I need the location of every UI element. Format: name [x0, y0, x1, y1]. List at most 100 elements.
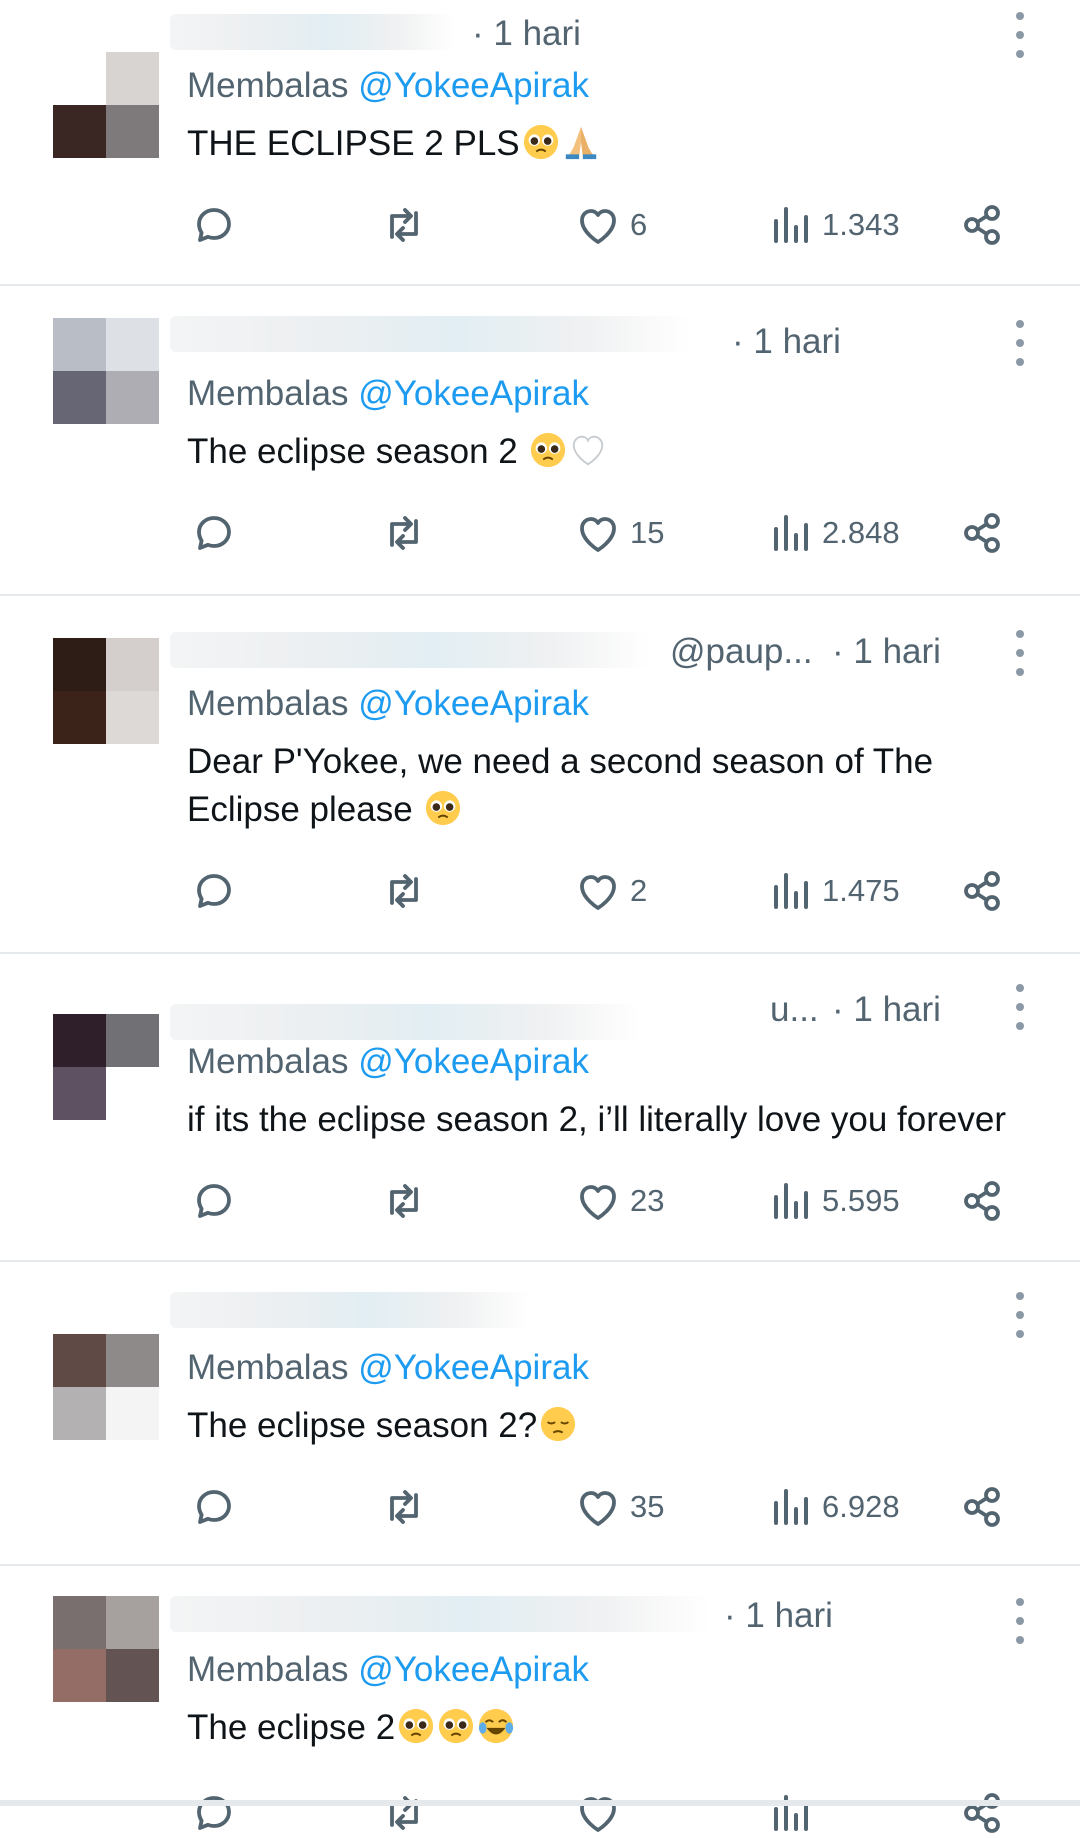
like-button[interactable]: 35: [574, 1482, 664, 1532]
mention-link[interactable]: @YokeeApirak: [358, 66, 589, 105]
like-icon: [580, 517, 616, 552]
avatar[interactable]: [53, 1596, 159, 1702]
view-count: 5.595: [822, 1183, 900, 1218]
redacted-username: [170, 1004, 640, 1040]
like-button[interactable]: 2: [574, 866, 647, 916]
tweet-4[interactable]: u... · 1 hari Membalas @YokeeApirak if i…: [0, 954, 1080, 1262]
tweet-text-content: THE ECLIPSE 2 PLS: [187, 124, 520, 163]
mention-link[interactable]: @YokeeApirak: [358, 1348, 589, 1387]
redacted-username: [170, 14, 455, 50]
like-button[interactable]: 15: [574, 508, 664, 558]
retweet-icon: [390, 1490, 418, 1524]
tweet-actions: 15 2.848: [0, 508, 1080, 558]
views-button[interactable]: [766, 1788, 814, 1838]
tweet-text-content: Dear P'Yokee, we need a second season of…: [187, 742, 934, 829]
views-icon: [774, 207, 808, 243]
tweet-3[interactable]: @paup... · 1 hari Membalas @YokeeApirak …: [0, 596, 1080, 952]
more-options-icon[interactable]: [1010, 630, 1030, 676]
share-button[interactable]: [958, 1482, 1006, 1532]
reply-button[interactable]: [190, 866, 238, 916]
views-button[interactable]: 1.475: [766, 866, 900, 916]
like-icon: [580, 875, 616, 910]
view-count: 1.475: [822, 873, 900, 908]
reply-prefix: Membalas: [187, 1042, 349, 1081]
share-icon: [964, 1181, 1000, 1221]
views-button[interactable]: 6.928: [766, 1482, 900, 1532]
reply-context: Membalas @YokeeApirak: [187, 66, 589, 106]
views-button[interactable]: 1.343: [766, 200, 900, 250]
more-options-icon[interactable]: [1010, 1292, 1030, 1338]
avatar[interactable]: [53, 1014, 159, 1120]
more-options-icon[interactable]: [1010, 12, 1030, 58]
mention-link[interactable]: @YokeeApirak: [358, 374, 589, 413]
mention-link[interactable]: @YokeeApirak: [358, 1650, 589, 1689]
tweet-text: THE ECLIPSE 2 PLS: [187, 120, 1047, 168]
view-count: 6.928: [822, 1489, 900, 1524]
tweet-5[interactable]: Membalas @YokeeApirak The eclipse season…: [0, 1262, 1080, 1566]
retweet-button[interactable]: [380, 866, 428, 916]
share-button[interactable]: [958, 1176, 1006, 1226]
retweet-button[interactable]: [380, 1788, 428, 1838]
tweet-6[interactable]: · 1 hari Membalas @YokeeApirak The eclip…: [0, 1566, 1080, 1833]
share-button[interactable]: [958, 200, 1006, 250]
pleading-face-emoji: [439, 1708, 474, 1744]
like-button[interactable]: 23: [574, 1176, 664, 1226]
like-button[interactable]: [574, 1788, 622, 1838]
reply-button[interactable]: [190, 508, 238, 558]
views-icon: [774, 1489, 808, 1525]
tweet-text-content: The eclipse 2: [187, 1708, 396, 1747]
avatar[interactable]: [53, 1334, 159, 1440]
mention-link[interactable]: @YokeeApirak: [358, 684, 589, 723]
reply-button[interactable]: [190, 1788, 238, 1838]
pleading-face-emoji: [426, 790, 461, 826]
more-options-icon[interactable]: [1010, 984, 1030, 1030]
reply-prefix: Membalas: [187, 66, 349, 105]
reply-prefix: Membalas: [187, 1650, 349, 1689]
more-options-icon[interactable]: [1010, 320, 1030, 366]
reply-context: Membalas @YokeeApirak: [187, 1650, 589, 1690]
like-button[interactable]: 6: [574, 200, 647, 250]
mention-link[interactable]: @YokeeApirak: [358, 1042, 589, 1081]
retweet-button[interactable]: [380, 1176, 428, 1226]
reply-button[interactable]: [190, 1176, 238, 1226]
retweet-button[interactable]: [380, 508, 428, 558]
share-button[interactable]: [958, 866, 1006, 916]
retweet-button[interactable]: [380, 1482, 428, 1532]
reply-icon: [197, 1490, 231, 1524]
reply-button[interactable]: [190, 200, 238, 250]
tweet-text-content: The eclipse season 2?: [187, 1406, 538, 1445]
tweet-actions: [0, 1788, 1080, 1838]
reply-icon: [197, 1796, 231, 1830]
view-count: 1.343: [822, 207, 900, 242]
timestamp: · 1 hari: [832, 990, 941, 1029]
redacted-username: [170, 1596, 710, 1632]
tweet-actions: 35 6.928: [0, 1482, 1080, 1532]
user-handle: @paup...: [670, 632, 813, 671]
like-count: 35: [630, 1489, 665, 1524]
like-count: 6: [630, 207, 648, 242]
reply-icon: [197, 874, 231, 908]
divider: [0, 1800, 1080, 1806]
avatar[interactable]: [53, 318, 159, 424]
views-button[interactable]: 2.848: [766, 508, 900, 558]
reply-context: Membalas @YokeeApirak: [187, 1042, 589, 1082]
reply-context: Membalas @YokeeApirak: [187, 374, 589, 414]
more-options-icon[interactable]: [1010, 1598, 1030, 1644]
avatar[interactable]: [53, 52, 159, 158]
views-button[interactable]: 5.595: [766, 1176, 900, 1226]
tweet-text: The eclipse 2: [187, 1704, 1047, 1752]
reply-button[interactable]: [190, 1482, 238, 1532]
tweet-text-content: if its the eclipse season 2, i’ll litera…: [187, 1100, 1006, 1139]
share-button[interactable]: [958, 508, 1006, 558]
reply-prefix: Membalas: [187, 374, 349, 413]
tweet-2[interactable]: · 1 hari Membalas @YokeeApirak The eclip…: [0, 286, 1080, 594]
pensive-face-emoji: [541, 1406, 576, 1442]
retweet-icon: [390, 208, 418, 242]
tweet-1[interactable]: · 1 hari Membalas @YokeeApirak THE ECLIP…: [0, 0, 1080, 286]
avatar[interactable]: [53, 638, 159, 744]
tweet-actions: 6 1.343: [0, 200, 1080, 250]
retweet-button[interactable]: [380, 200, 428, 250]
timestamp: · 1 hari: [724, 1596, 833, 1635]
views-icon: [774, 515, 808, 551]
share-button[interactable]: [958, 1788, 1006, 1838]
